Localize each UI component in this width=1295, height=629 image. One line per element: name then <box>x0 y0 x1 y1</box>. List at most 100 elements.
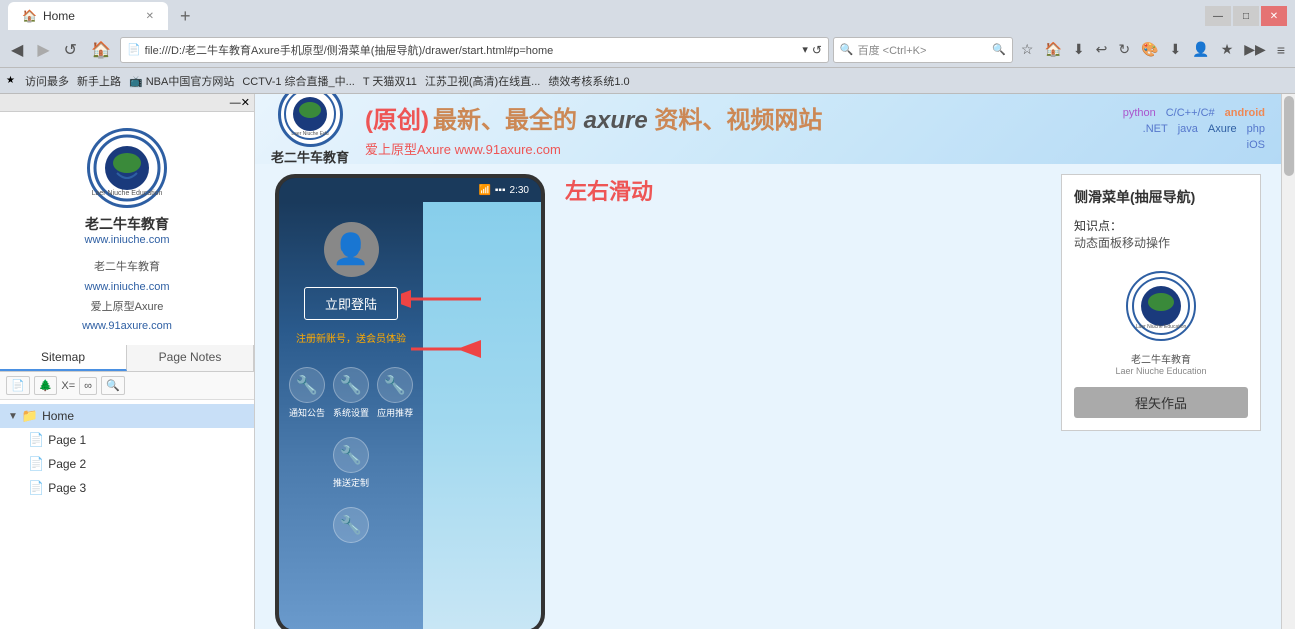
link-url2[interactable]: www.91axure.com <box>0 317 254 337</box>
search-submit-icon[interactable]: 🔍 <box>992 43 1006 56</box>
maximize-button[interactable]: □ <box>1233 6 1259 26</box>
toolbar-search-button[interactable]: 🔍 <box>101 376 125 395</box>
scrollbar-thumb[interactable] <box>1284 96 1294 176</box>
tree-item-page3[interactable]: 📄 Page 3 <box>0 476 254 500</box>
bookmark-nba[interactable]: 📺 NBA中国官方网站 <box>129 73 234 89</box>
axure-sidebar: — ✕ Laer Niuche Education 老二牛车教育 www.ini… <box>0 94 255 629</box>
tab-favicon: 🏠 <box>22 9 37 23</box>
new-tab-button[interactable]: + <box>172 2 199 31</box>
browser-tab[interactable]: 🏠 Home ✕ <box>8 2 168 30</box>
link-line1: 老二牛车教育 <box>94 261 160 273</box>
demo-area: 📶 ▪▪▪ 2:30 👤 <box>255 164 1281 629</box>
note-title: 侧滑菜单(抽屉导航) <box>1074 187 1248 207</box>
nav-axure[interactable]: Axure <box>1208 123 1237 135</box>
tree-arrow-home: ▼ <box>8 411 18 422</box>
minimize-button[interactable]: — <box>1205 6 1231 26</box>
nav-ios[interactable]: iOS <box>1247 139 1265 151</box>
tree-label-page3: Page 3 <box>48 481 86 495</box>
viewport-scrollbar[interactable] <box>1281 94 1295 629</box>
bookmark-cctv[interactable]: CCTV-1 综合直播_中... <box>242 73 354 89</box>
time-display: 2:30 <box>510 185 529 196</box>
paint-button[interactable]: 🎨 <box>1137 39 1162 60</box>
nav-bar: ◀ ▶ ↺ 🏠 📄 file:///D:/老二牛车教育Axure手机原型/侧滑菜… <box>0 32 1295 68</box>
app-row-2: 🔧 推送定制 <box>333 437 369 489</box>
back-button[interactable]: ◀ <box>6 38 28 62</box>
bookmark-frequent[interactable]: 访问最多 <box>25 73 69 89</box>
favorites-button[interactable]: ★ <box>1217 39 1238 60</box>
more-button[interactable]: ▶▶ <box>1240 39 1270 60</box>
nav-python[interactable]: python <box>1123 107 1156 119</box>
rotate-button[interactable]: ↻ <box>1114 39 1134 60</box>
tab-page-notes[interactable]: Page Notes <box>127 345 254 371</box>
tab-close-icon[interactable]: ✕ <box>146 11 154 22</box>
slide-label: 左右滑动 <box>565 174 653 206</box>
history-button[interactable]: ↩ <box>1092 39 1112 60</box>
sidebar-collapse-button[interactable]: — <box>230 96 241 109</box>
tagline-original: (原创) <box>365 100 429 135</box>
bookmarks-bar: ★ 访问最多 新手上路 📺 NBA中国官方网站 CCTV-1 综合直播_中...… <box>0 68 1295 94</box>
sidebar-links: 老二牛车教育 www.iniuche.com 爱上原型Axure www.91a… <box>0 254 254 345</box>
register-text: 注册新账号，送会员体验 <box>296 330 406 345</box>
tree-page-icon-1: 📄 <box>28 432 44 448</box>
bookmark-perf[interactable]: 绩效考核系统1.0 <box>548 73 629 89</box>
app-notice-label: 通知公告 <box>289 406 325 419</box>
app-extra: 🔧 <box>333 507 369 543</box>
app-push-label: 推送定制 <box>333 476 369 489</box>
app-push-icon[interactable]: 🔧 <box>333 437 369 473</box>
sidebar-logo: Laer Niuche Education <box>87 128 167 208</box>
toolbar-doc-button[interactable]: 📄 <box>6 376 30 395</box>
note-action-button[interactable]: 程矢作品 <box>1074 387 1248 418</box>
sidebar-brand-url: www.iniuche.com <box>85 234 170 246</box>
sidebar-close-button[interactable]: ✕ <box>241 96 250 109</box>
home-page-button[interactable]: 🏠 <box>1040 39 1065 60</box>
toolbar-infinity-button[interactable]: ∞ <box>79 377 97 395</box>
bookmarks-star-icon: ★ <box>6 75 15 86</box>
site-tagline-area: (原创) 最新、最全的 axure 资料、视频网站 爱上原型Axure www.… <box>365 100 1107 158</box>
close-button[interactable]: ✕ <box>1261 6 1287 26</box>
app-icons-grid: 🔧 通知公告 🔧 系统设置 🔧 <box>289 367 413 419</box>
tab-sitemap[interactable]: Sitemap <box>0 345 127 371</box>
address-lock-icon: 📄 <box>127 43 141 56</box>
page-tree: ▼ 📁 Home 📄 Page 1 📄 Page 2 📄 <box>0 400 254 629</box>
forward-button[interactable]: ▶ <box>32 38 54 62</box>
app-notice-icon[interactable]: 🔧 <box>289 367 325 403</box>
nav-php[interactable]: php <box>1247 123 1265 135</box>
nav-cpp[interactable]: C/C++/C# <box>1166 107 1215 119</box>
download-button[interactable]: ⬇ <box>1069 39 1089 60</box>
app-extra-icon[interactable]: 🔧 <box>333 507 369 543</box>
main-content: — ✕ Laer Niuche Education 老二牛车教育 www.ini… <box>0 94 1295 629</box>
nav-android[interactable]: android <box>1225 107 1265 119</box>
link-url1[interactable]: www.iniuche.com <box>0 278 254 298</box>
sidebar-brand-name: 老二牛车教育 <box>85 214 169 234</box>
app-recommend-icon[interactable]: 🔧 <box>377 367 413 403</box>
bookmark-tmall[interactable]: T 天猫双11 <box>363 73 417 89</box>
refresh-inline-icon[interactable]: ↺ <box>812 43 822 57</box>
app-notice: 🔧 通知公告 <box>289 367 325 419</box>
nav-java[interactable]: java <box>1178 123 1198 135</box>
tree-item-home[interactable]: ▼ 📁 Home <box>0 404 254 428</box>
app-settings-icon[interactable]: 🔧 <box>333 367 369 403</box>
home-button[interactable]: 🏠 <box>86 38 116 62</box>
menu-button[interactable]: ≡ <box>1273 39 1289 60</box>
tree-item-page2[interactable]: 📄 Page 2 <box>0 452 254 476</box>
search-bar[interactable]: 🔍 百度 <Ctrl+K> 🔍 <box>833 37 1013 63</box>
toolbar-tree-button[interactable]: 🌲 <box>34 376 58 395</box>
star-button[interactable]: ☆ <box>1017 39 1038 60</box>
tree-item-page1[interactable]: 📄 Page 1 <box>0 428 254 452</box>
bookmark-js[interactable]: 江苏卫视(高清)在线直... <box>425 73 541 89</box>
nav-net[interactable]: .NET <box>1143 123 1168 135</box>
bookmark-newbie[interactable]: 新手上路 <box>77 73 121 89</box>
login-button[interactable]: 立即登陆 <box>304 287 398 320</box>
app-settings-label: 系统设置 <box>333 406 369 419</box>
address-bar[interactable]: 📄 file:///D:/老二牛车教育Axure手机原型/侧滑菜单(抽屉导航)/… <box>120 37 829 63</box>
refresh-button[interactable]: ↺ <box>59 38 82 62</box>
down-arrow-button[interactable]: ⬇ <box>1166 39 1186 60</box>
note-key: 知识点： <box>1074 219 1122 233</box>
avatar-person-icon: 👤 <box>332 232 369 267</box>
signal-icon: ▪▪▪ <box>495 185 506 196</box>
status-icons: 📶 ▪▪▪ 2:30 <box>478 185 529 196</box>
note-panel: 侧滑菜单(抽屉导航) 知识点： 动态面板移动操作 L <box>1061 174 1261 431</box>
user-button[interactable]: 👤 <box>1188 39 1213 60</box>
address-dropdown-icon[interactable]: ▾ <box>802 43 808 56</box>
site-tagline-sub: 爱上原型Axure www.91axure.com <box>365 139 1107 158</box>
